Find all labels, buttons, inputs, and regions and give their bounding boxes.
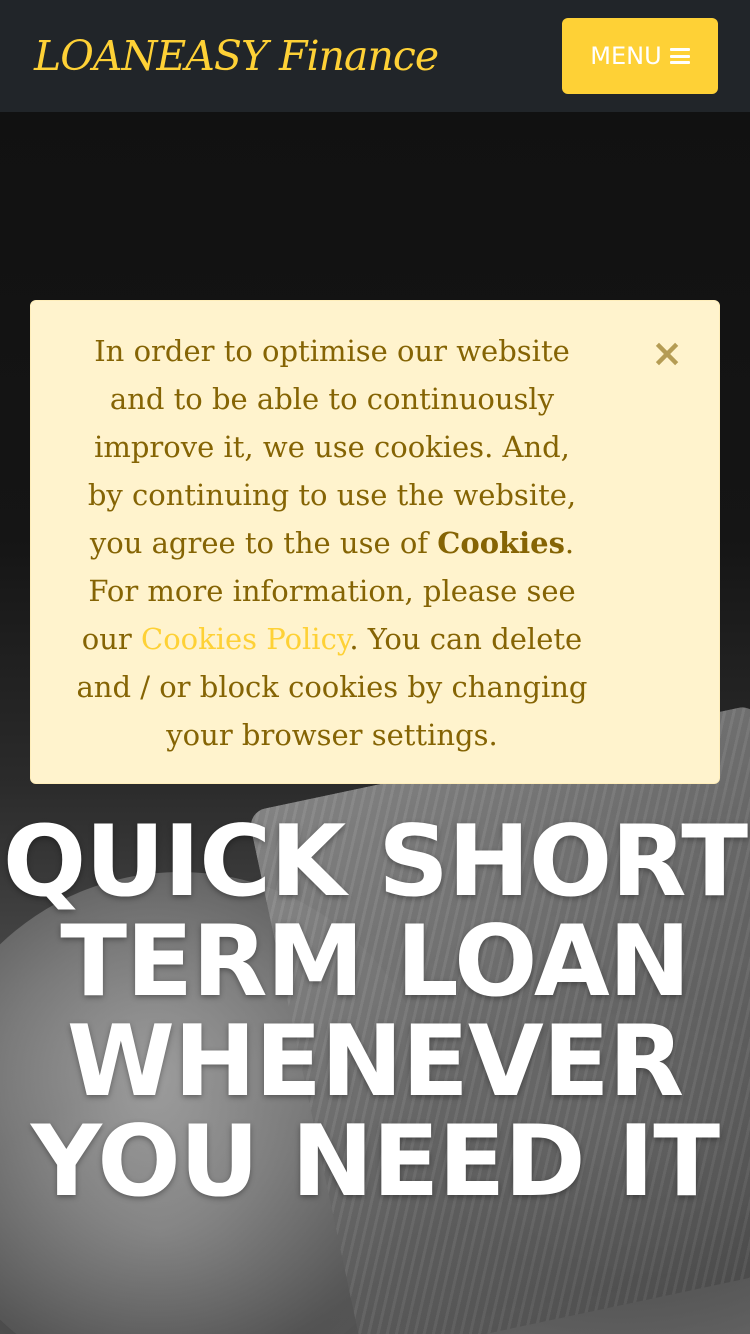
brand-logo[interactable]: LOANEASY Finance — [34, 28, 439, 84]
cookie-notice-text: In order to optimise our website and to … — [75, 327, 589, 759]
bars-icon — [669, 48, 690, 64]
cookie-text-bold: Cookies — [437, 526, 565, 560]
menu-button[interactable]: MENU — [562, 18, 718, 94]
cookies-policy-link[interactable]: Cookies Policy — [141, 622, 349, 656]
navbar: LOANEASY Finance MENU — [0, 0, 750, 112]
hero-title: QUICK SHORT TERM LOAN WHENEVER YOU NEED … — [2, 805, 748, 1219]
close-icon[interactable]: × — [645, 327, 689, 379]
page: LOANEASY Finance MENU QUICK SHORT TERM L… — [0, 0, 750, 1334]
cookie-notice: In order to optimise our website and to … — [30, 300, 720, 784]
menu-label: MENU — [590, 42, 662, 70]
